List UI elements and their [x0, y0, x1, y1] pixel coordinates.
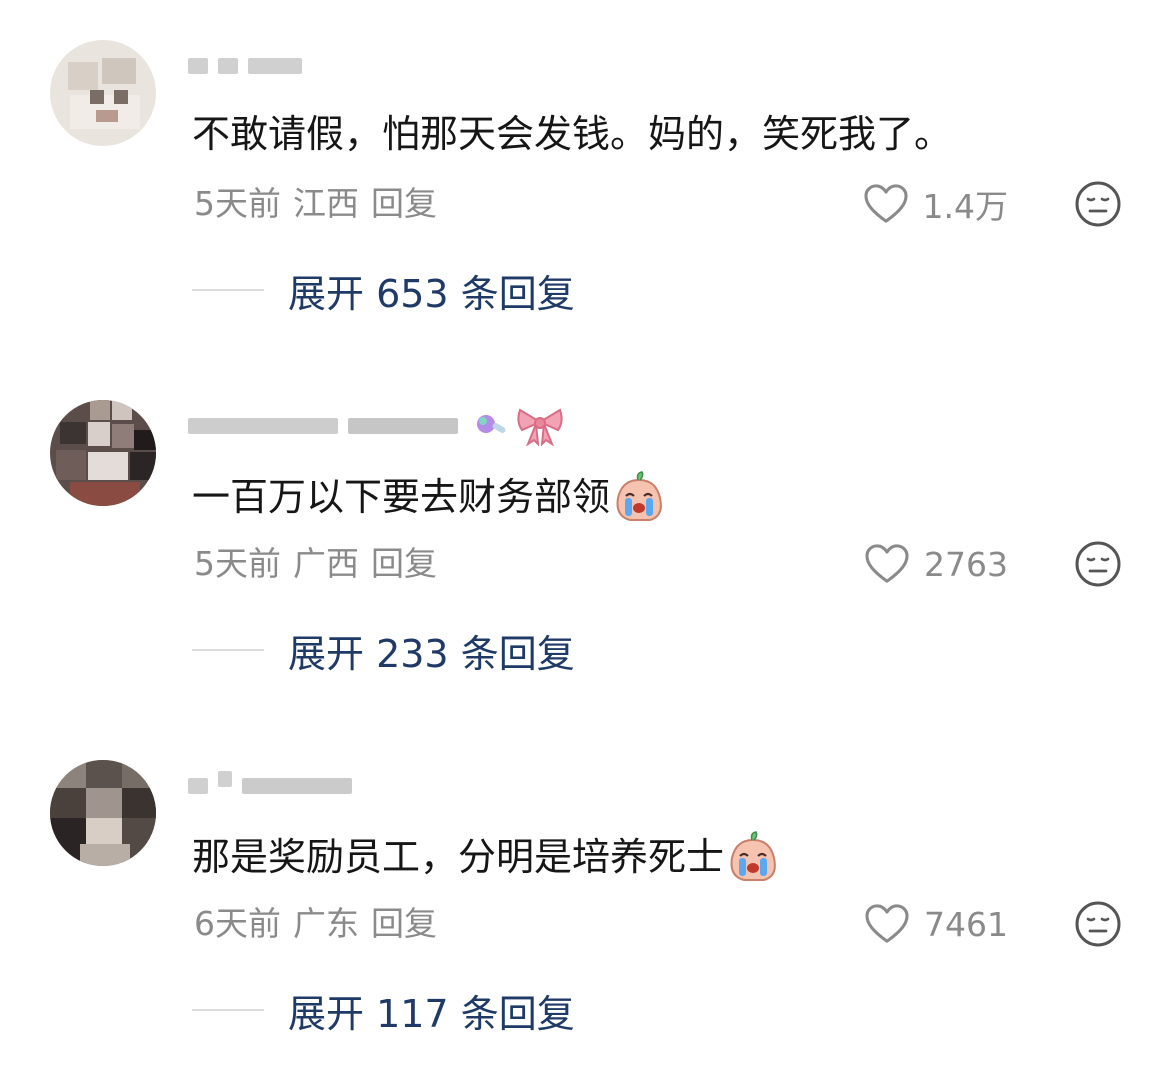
reply-button[interactable]: 回复	[371, 904, 437, 943]
avatar[interactable]	[50, 40, 156, 146]
comment-location: 江西	[293, 184, 359, 223]
username-redacted[interactable]	[188, 408, 566, 446]
comment-text-content: 一百万以下要去财务部领	[192, 475, 611, 519]
comment-time: 5天前	[194, 184, 281, 223]
candy-icon	[477, 415, 506, 433]
expand-replies-button[interactable]: 展开 233 条回复	[192, 625, 575, 676]
expand-replies-button[interactable]: 展开 653 条回复	[192, 265, 575, 316]
divider-line	[192, 1009, 264, 1011]
username-redacted[interactable]	[188, 52, 312, 80]
comment-meta: 5天前 江西 回复	[194, 184, 449, 224]
comment-time: 6天前	[194, 904, 281, 943]
like-count: 1.4万	[922, 187, 1008, 226]
heart-outline-icon	[865, 544, 909, 583]
like-button[interactable]: 1.4万	[863, 182, 1008, 226]
bow-icon	[517, 408, 563, 446]
comment-text: 那是奖励员工，分明是培养死士	[192, 830, 780, 884]
like-button[interactable]: 7461	[864, 902, 1008, 946]
comment-meta: 6天前 广东 回复	[194, 904, 449, 944]
divider-line	[192, 649, 264, 651]
like-button[interactable]: 2763	[864, 542, 1008, 586]
comment-text-content: 那是奖励员工，分明是培养死士	[192, 835, 725, 879]
comment-time: 5天前	[194, 544, 281, 583]
avatar[interactable]	[50, 760, 156, 866]
like-count: 7461	[924, 904, 1008, 944]
meh-face-icon[interactable]	[1074, 540, 1122, 588]
like-count: 2763	[924, 544, 1008, 584]
comment-text: 不敢请假，怕那天会发钱。妈的，笑死我了。	[192, 110, 952, 158]
meh-face-icon[interactable]	[1074, 180, 1122, 228]
comment-item: 那是奖励员工，分明是培养死士 6天前 广东 回复 7461 展开 117 条回复	[0, 720, 1170, 1080]
reply-button[interactable]: 回复	[371, 544, 437, 583]
avatar[interactable]	[50, 400, 156, 506]
comment-text-content: 不敢请假，怕那天会发钱。妈的，笑死我了。	[192, 112, 953, 156]
comment-item: 一百万以下要去财务部领 5天前 广西 回复 2763 展开 233 条回复	[0, 360, 1170, 720]
expand-replies-label: 展开 117 条回复	[288, 991, 575, 1036]
meh-face-icon[interactable]	[1074, 900, 1122, 948]
comment-location: 广东	[293, 904, 359, 943]
expand-replies-button[interactable]: 展开 117 条回复	[192, 985, 575, 1036]
expand-replies-label: 展开 653 条回复	[288, 271, 575, 316]
comment-meta: 5天前 广西 回复	[194, 544, 449, 584]
reply-button[interactable]: 回复	[371, 184, 437, 223]
comment-item: 不敢请假，怕那天会发钱。妈的，笑死我了。 5天前 江西 回复 1.4万 展开 653…	[0, 0, 1170, 360]
username-redacted[interactable]	[188, 771, 362, 800]
divider-line	[192, 289, 264, 291]
crying-emoji-icon	[616, 471, 662, 521]
comment-location: 广西	[293, 544, 359, 583]
comment-text: 一百万以下要去财务部领	[192, 470, 666, 524]
heart-outline-icon	[863, 184, 908, 223]
expand-replies-label: 展开 233 条回复	[288, 631, 575, 676]
heart-outline-icon	[865, 904, 909, 943]
crying-emoji-icon	[730, 831, 776, 881]
